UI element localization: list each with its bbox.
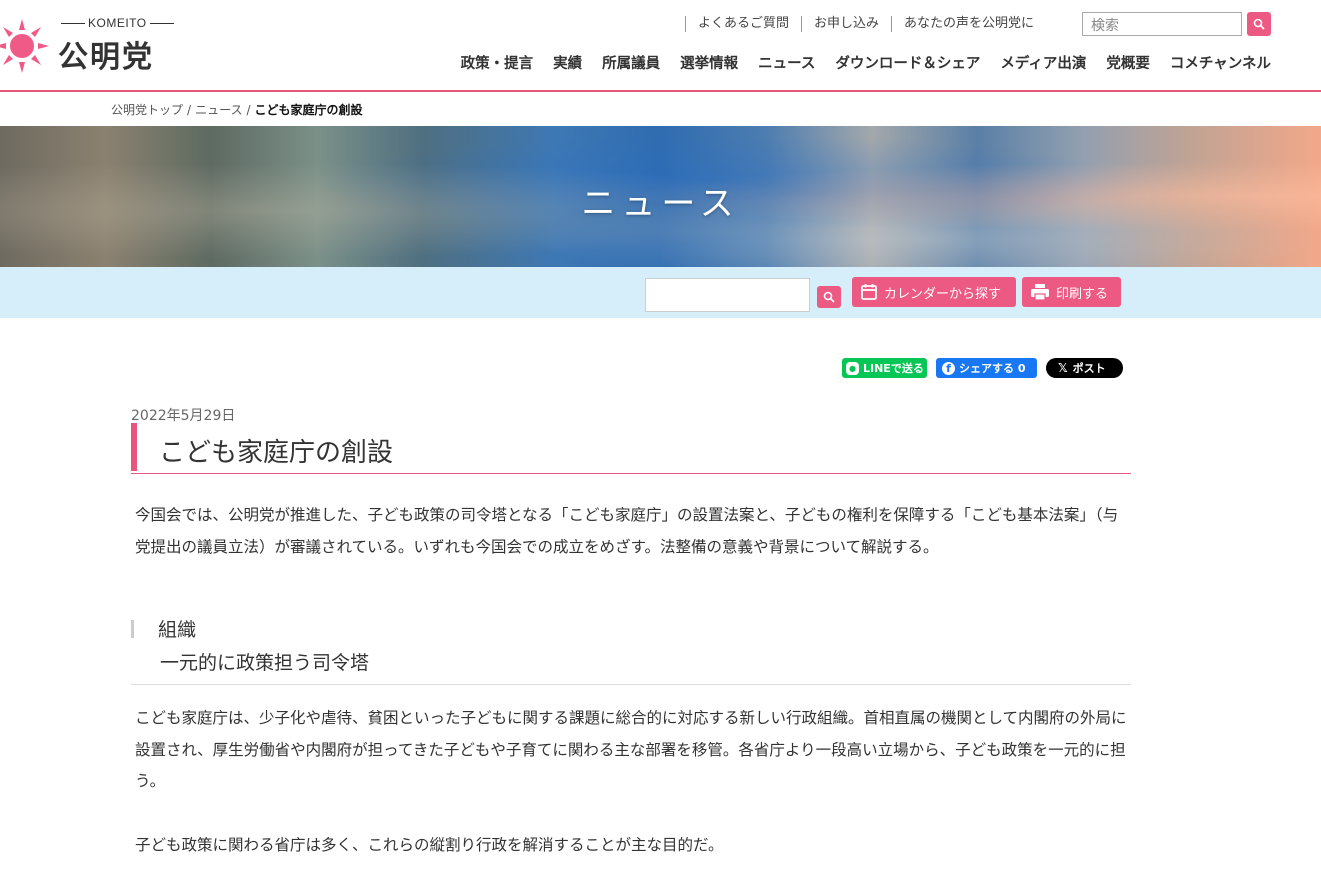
nav-item-channel[interactable]: コメチャンネル [1170, 52, 1271, 73]
calendar-search-button[interactable]: カレンダーから探す [852, 277, 1016, 307]
faq-link[interactable]: よくあるご質問 [684, 16, 801, 32]
section-label: 組織 [158, 619, 197, 641]
breadcrumb-news[interactable]: ニュース [195, 103, 242, 117]
article-lead: 今国会では、公明党が推進した、子ども政策の司令塔となる「こども家庭庁」の設置法案… [135, 506, 1119, 556]
search-button[interactable] [1247, 12, 1271, 36]
article-title: こども家庭庁の創設 [159, 438, 394, 468]
nav-item-members[interactable]: 所属議員 [602, 52, 660, 73]
section-title: 一元的に政策担う司令塔 [160, 652, 370, 674]
nav-item-news[interactable]: ニュース [758, 52, 815, 73]
print-button[interactable]: 印刷する [1022, 277, 1121, 307]
search-icon [1253, 18, 1265, 30]
article-paragraph: こども家庭庁は、少子化や虐待、貧困といった子どもに関する課題に総合的に対応する新… [135, 709, 1127, 790]
facebook-share-button[interactable]: f シェアする 0 [936, 358, 1037, 378]
printer-icon [1031, 284, 1049, 301]
news-search-input[interactable] [645, 278, 810, 312]
line-share-label: LINEで送る [863, 362, 924, 375]
x-post-label: ポスト [1072, 362, 1106, 375]
calendar-button-label: カレンダーから探す [884, 286, 1002, 302]
search-input[interactable]: 検索 [1082, 12, 1242, 36]
line-icon: ● [846, 361, 859, 375]
section-heading: 組織 一元的に政策担う司令塔 [131, 612, 1131, 685]
nav-item-download[interactable]: ダウンロード＆シェア [835, 52, 980, 73]
article-toolbar: カレンダーから探す 印刷する [0, 267, 1321, 318]
facebook-share-label: シェアする 0 [959, 362, 1026, 375]
calendar-icon [861, 284, 877, 300]
breadcrumb-current: こども家庭庁の創設 [254, 103, 363, 117]
nav-item-election[interactable]: 選挙情報 [680, 52, 738, 73]
application-link[interactable]: お申し込み [800, 16, 891, 32]
logo-subtitle: KOMEITO [58, 16, 177, 30]
global-nav: 政策・提言 実績 所属議員 選挙情報 ニュース ダウンロード＆シェア メディア出… [441, 52, 1271, 73]
x-post-button[interactable]: 𝕏 ポスト [1046, 358, 1123, 378]
facebook-icon: f [942, 361, 955, 375]
line-share-button[interactable]: ● LINEで送る [842, 358, 927, 378]
x-icon: 𝕏 [1058, 361, 1068, 375]
section-accent-bar [131, 620, 134, 638]
komeito-logo[interactable]: KOMEITO 公明党 [0, 8, 180, 78]
voice-link[interactable]: あなたの声を公明党に [890, 16, 1046, 32]
logo-name: 公明党 [58, 40, 154, 75]
hero-banner: ニュース [0, 126, 1321, 267]
title-accent-bar [131, 423, 137, 471]
nav-item-media[interactable]: メディア出演 [1000, 52, 1086, 73]
breadcrumb: 公明党トップ / ニュース / こども家庭庁の創設 [111, 103, 363, 117]
article-paragraph: 子ども政策に関わる省庁は多く、これらの縦割り行政を解消することが主な目的だ。 [135, 836, 724, 854]
utility-links: よくあるご質問 お申し込み あなたの声を公明党に [684, 16, 1046, 32]
article-date: 2022年5月29日 [131, 408, 236, 424]
nav-item-achievements[interactable]: 実績 [553, 52, 582, 73]
news-search-button[interactable] [817, 286, 841, 308]
print-button-label: 印刷する [1056, 286, 1109, 302]
article-title-block: こども家庭庁の創設 [131, 423, 1131, 474]
breadcrumb-home[interactable]: 公明党トップ [111, 103, 183, 117]
nav-item-policy[interactable]: 政策・提言 [461, 52, 534, 73]
sun-logo-icon [0, 19, 49, 73]
search-icon [823, 291, 835, 303]
nav-item-about[interactable]: 党概要 [1106, 52, 1150, 73]
hero-title: ニュース [581, 184, 740, 224]
site-header: KOMEITO 公明党 よくあるご質問 お申し込み あなたの声を公明党に 検索 … [0, 0, 1321, 92]
